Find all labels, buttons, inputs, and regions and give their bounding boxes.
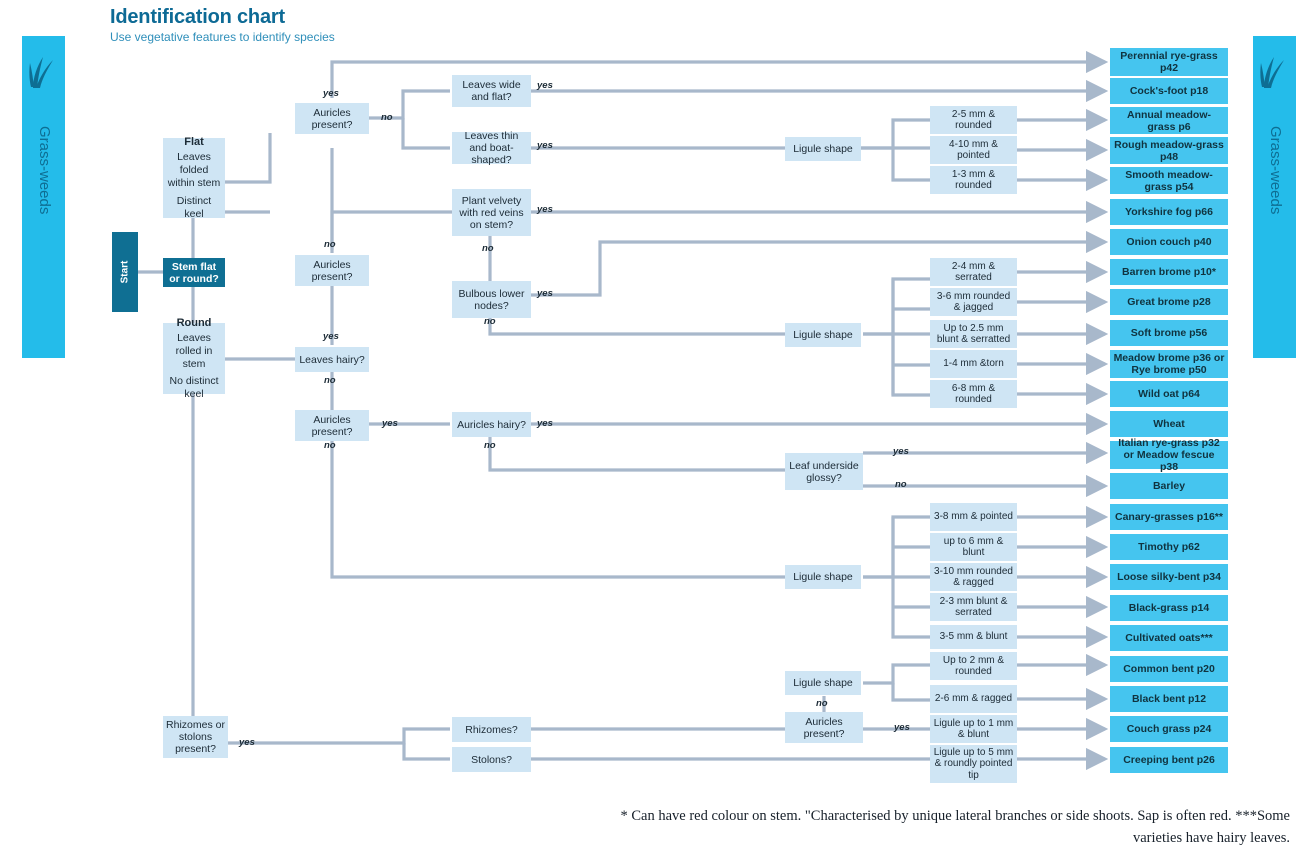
measurement-box[interactable]: 2-4 mm & serrated xyxy=(930,258,1017,286)
edge-label-yes: yes xyxy=(537,288,553,299)
question-leaves-thin[interactable]: Leaves thin and boat-shaped? xyxy=(452,130,531,166)
question-rhizomes-or-stolons[interactable]: Rhizomes or stolons present? xyxy=(163,716,228,758)
edge-label-yes: yes xyxy=(382,418,398,429)
measurement-box[interactable]: 3-10 mm rounded & ragged xyxy=(930,563,1017,591)
measurement-box[interactable]: 2-6 mm & ragged xyxy=(930,685,1017,713)
edge-label-yes: yes xyxy=(894,722,910,733)
measurement-box[interactable]: 6-8 mm & rounded xyxy=(930,380,1017,408)
question-stolons[interactable]: Stolons? xyxy=(452,747,531,772)
result-box[interactable]: Cock's-foot p18 xyxy=(1110,78,1228,104)
result-box[interactable]: Couch grass p24 xyxy=(1110,716,1228,742)
question-rhizomes[interactable]: Rhizomes? xyxy=(452,717,531,742)
footnote: * Can have red colour on stem. "Characte… xyxy=(620,808,1290,846)
side-tab-left: Grass-weeds xyxy=(22,36,65,358)
edge-label-yes: yes xyxy=(323,331,339,342)
page-subtitle: Use vegetative features to identify spec… xyxy=(110,30,335,44)
stage-round[interactable]: Round Leaves rolled in stem No distinct … xyxy=(163,317,225,400)
question-plant-velvety[interactable]: Plant velvety with red veins on stem? xyxy=(452,189,531,236)
question-leaves-hairy[interactable]: Leaves hairy? xyxy=(295,347,369,372)
question-auricles-2[interactable]: Auricles present? xyxy=(295,255,369,286)
measurement-box[interactable]: 3-5 mm & blunt xyxy=(930,625,1017,649)
result-box[interactable]: Italian rye-grass p32 or Meadow fescue p… xyxy=(1110,437,1228,473)
result-box[interactable]: Barley xyxy=(1110,473,1228,499)
measurement-box[interactable]: 2-3 mm blunt & serrated xyxy=(930,593,1017,621)
result-box[interactable]: Common bent p20 xyxy=(1110,656,1228,682)
stage-round-line1: Leaves rolled in stem xyxy=(175,331,213,370)
result-box[interactable]: Black bent p12 xyxy=(1110,686,1228,712)
result-box[interactable]: Creeping bent p26 xyxy=(1110,747,1228,773)
start-bar-label: Start xyxy=(119,260,131,284)
start-question[interactable]: Stem flat or round? xyxy=(163,258,225,287)
edge-label-no: no xyxy=(482,243,494,254)
question-bulbous-nodes[interactable]: Bulbous lower nodes? xyxy=(452,281,531,318)
measurement-box[interactable]: 2-5 mm & rounded xyxy=(930,106,1017,134)
measurement-box[interactable]: 4-10 mm & pointed xyxy=(930,136,1017,164)
result-box[interactable]: Loose silky-bent p34 xyxy=(1110,564,1228,590)
ligule-shape-2[interactable]: Ligule shape xyxy=(785,323,861,347)
ligule-shape-4[interactable]: Ligule shape xyxy=(785,671,861,695)
measurement-box[interactable]: 1-3 mm & rounded xyxy=(930,166,1017,194)
result-box[interactable]: Soft brome p56 xyxy=(1110,320,1228,346)
edge-label-yes: yes xyxy=(893,446,909,457)
measurement-box[interactable]: Ligule up to 1 mm & blunt xyxy=(930,715,1017,743)
result-box[interactable]: Annual meadow-grass p6 xyxy=(1110,107,1228,134)
edge-label-yes: yes xyxy=(537,140,553,151)
result-box[interactable]: Rough meadow-grass p48 xyxy=(1110,137,1228,164)
side-tab-right: Grass-weeds xyxy=(1253,36,1296,358)
measurement-box[interactable]: Ligule up to 5 mm & roundly pointed tip xyxy=(930,745,1017,783)
result-box[interactable]: Smooth meadow-grass p54 xyxy=(1110,167,1228,194)
edge-label-no: no xyxy=(324,375,336,386)
result-box[interactable]: Yorkshire fog p66 xyxy=(1110,199,1228,225)
question-leaf-underside-glossy[interactable]: Leaf underside glossy? xyxy=(785,453,863,490)
edge-label-no: no xyxy=(381,112,393,123)
edge-label-yes: yes xyxy=(537,204,553,215)
edge-label-no: no xyxy=(324,239,336,250)
question-leaves-wide[interactable]: Leaves wide and flat? xyxy=(452,75,531,107)
result-box[interactable]: Cultivated oats*** xyxy=(1110,625,1228,651)
edge-label-yes: yes xyxy=(239,737,255,748)
side-tab-right-label: Grass-weeds xyxy=(1267,126,1284,215)
ligule-shape-1[interactable]: Ligule shape xyxy=(785,137,861,161)
result-box[interactable]: Great brome p28 xyxy=(1110,289,1228,315)
result-box[interactable]: Barren brome p10* xyxy=(1110,259,1228,285)
question-auricles-4[interactable]: Auricles present? xyxy=(785,712,863,743)
side-tab-left-label: Grass-weeds xyxy=(36,126,53,215)
stage-flat[interactable]: Flat Leaves folded within stem Distinct … xyxy=(163,135,225,220)
result-box[interactable]: Black-grass p14 xyxy=(1110,595,1228,621)
grass-leaf-icon xyxy=(1260,57,1284,88)
edge-label-no: no xyxy=(484,316,496,327)
edge-label-no: no xyxy=(816,698,828,709)
edge-label-no: no xyxy=(895,479,907,490)
ligule-shape-3[interactable]: Ligule shape xyxy=(785,565,861,589)
result-box[interactable]: Wild oat p64 xyxy=(1110,381,1228,407)
edge-label-yes: yes xyxy=(323,88,339,99)
result-box[interactable]: Canary-grasses p16** xyxy=(1110,504,1228,530)
result-box[interactable]: Perennial rye-grass p42 xyxy=(1110,48,1228,76)
measurement-box[interactable]: up to 6 mm & blunt xyxy=(930,533,1017,561)
stage-flat-title: Flat xyxy=(184,135,204,148)
edge-label-yes: yes xyxy=(537,418,553,429)
grass-leaf-icon xyxy=(29,57,53,88)
result-box[interactable]: Wheat xyxy=(1110,411,1228,437)
edge-label-no: no xyxy=(484,440,496,451)
question-auricles-3[interactable]: Auricles present? xyxy=(295,410,369,441)
measurement-box[interactable]: 3-8 mm & pointed xyxy=(930,503,1017,531)
measurement-box[interactable]: Up to 2.5 mm blunt & serratted xyxy=(930,320,1017,348)
stage-flat-line2: Distinct keel xyxy=(176,194,212,220)
start-bar: Start xyxy=(112,232,138,312)
measurement-box[interactable]: Up to 2 mm & rounded xyxy=(930,652,1017,680)
page-title: Identification chart xyxy=(110,6,285,28)
edge-label-yes: yes xyxy=(537,80,553,91)
question-auricles-1[interactable]: Auricles present? xyxy=(295,103,369,134)
measurement-box[interactable]: 1-4 mm &torn xyxy=(930,350,1017,378)
edge-label-no: no xyxy=(324,440,336,451)
question-auricles-hairy[interactable]: Auricles hairy? xyxy=(452,412,531,437)
result-box[interactable]: Onion couch p40 xyxy=(1110,229,1228,255)
result-box[interactable]: Meadow brome p36 or Rye brome p50 xyxy=(1110,350,1228,378)
result-box[interactable]: Timothy p62 xyxy=(1110,534,1228,560)
stage-round-line2: No distinct keel xyxy=(169,374,219,400)
measurement-box[interactable]: 3-6 mm rounded & jagged xyxy=(930,288,1017,316)
stage-round-title: Round xyxy=(176,316,212,329)
stage-flat-line1: Leaves folded within stem xyxy=(167,150,221,189)
